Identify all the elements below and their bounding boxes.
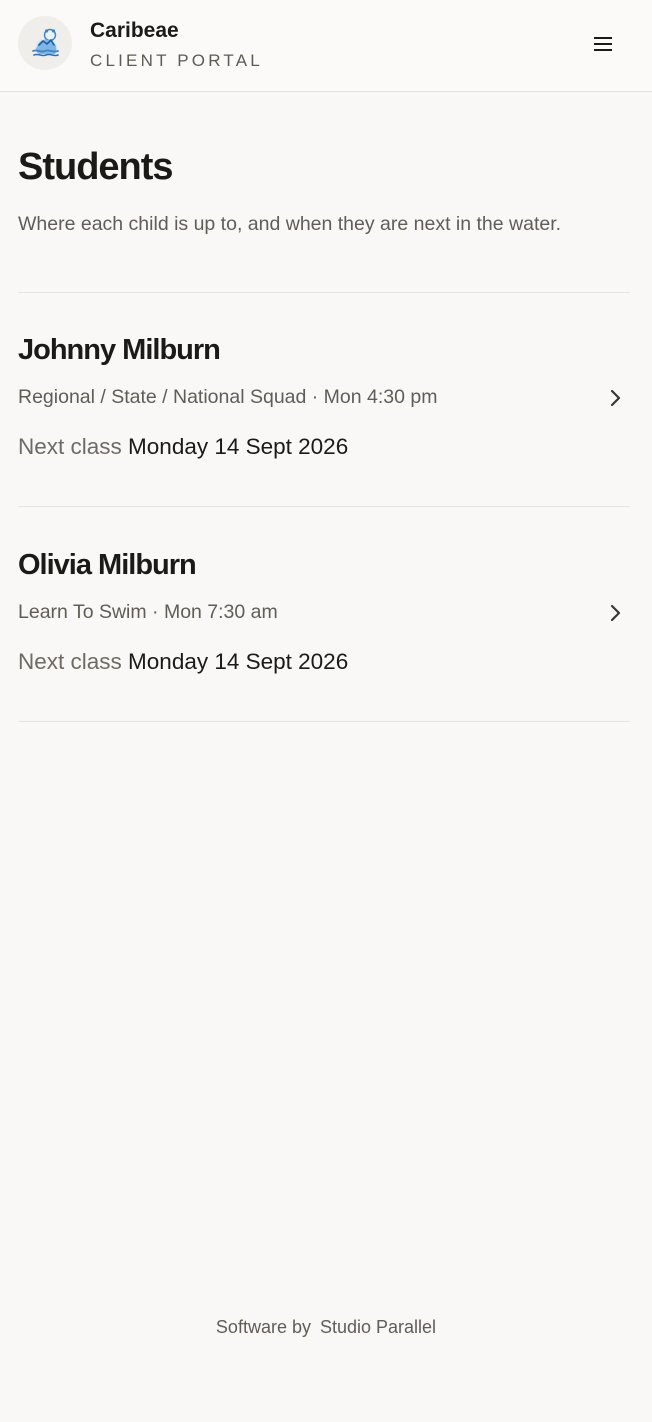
footer-prefix: Software by [215, 1317, 311, 1337]
student-class-info: Learn To Swim · Mon 7:30 am [18, 601, 278, 623]
studio-parallel-link[interactable]: Studio Parallel [320, 1317, 436, 1337]
brand-subtitle: CLIENT PORTAL [90, 51, 263, 70]
next-class: Next class Monday 14 Sept 2026 [18, 647, 348, 677]
next-class-label: Next class [18, 649, 122, 674]
next-class: Next class Monday 14 Sept 2026 [18, 432, 348, 462]
student-name: Johnny Milburn [18, 334, 221, 366]
page-subtitle: Where each child is up to, and when they… [18, 213, 562, 235]
brand-name: Caribeae [90, 19, 179, 42]
next-class-date: Monday 14 Sept 2026 [128, 434, 349, 459]
chevron-right-icon[interactable] [606, 386, 626, 410]
next-class-date: Monday 14 Sept 2026 [128, 649, 349, 674]
student-row-johnny-milburn[interactable]: Johnny Milburn Regional / State / Nation… [18, 292, 630, 506]
divider [18, 721, 630, 722]
chevron-right-icon[interactable] [606, 601, 626, 625]
student-class-info: Regional / State / National Squad · Mon … [18, 386, 438, 408]
app-header: Caribeae CLIENT PORTAL [0, 0, 652, 92]
student-name: Olivia Milburn [18, 549, 197, 581]
next-class-label: Next class [18, 434, 122, 459]
student-row-olivia-milburn[interactable]: Olivia Milburn Learn To Swim · Mon 7:30 … [18, 507, 630, 721]
footer: Software by Studio Parallel [0, 1314, 652, 1340]
brand-logo[interactable] [18, 16, 72, 70]
page-title: Students [18, 146, 174, 188]
menu-button[interactable] [586, 26, 620, 62]
hamburger-menu-icon [594, 37, 612, 51]
polar-bear-logo-icon [32, 28, 59, 57]
